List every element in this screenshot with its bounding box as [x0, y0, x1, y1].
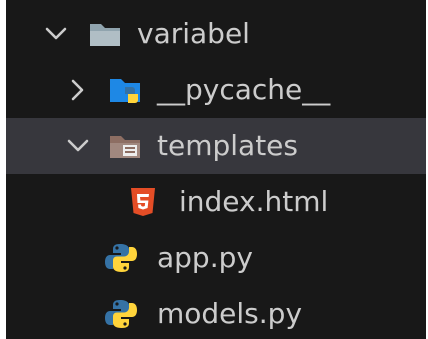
- tree-item-models-py[interactable]: models.py: [6, 286, 426, 339]
- tree-item-label: models.py: [157, 297, 303, 330]
- tree-item-label: templates: [157, 129, 298, 162]
- tree-item-label: __pycache__: [157, 73, 331, 106]
- python-icon: [105, 300, 137, 328]
- tree-item-templates[interactable]: templates: [6, 118, 426, 174]
- tree-item-label: index.html: [179, 185, 329, 218]
- tree-item-app-py[interactable]: app.py: [6, 230, 426, 286]
- chevron-down-icon[interactable]: [42, 20, 70, 48]
- chevron-down-icon[interactable]: [64, 132, 92, 160]
- html5-icon: [131, 188, 155, 216]
- tree-item-label: app.py: [157, 241, 253, 274]
- python-icon: [105, 244, 137, 272]
- tree-item-variabel[interactable]: variabel: [6, 6, 426, 62]
- file-explorer-tree: variabel __pycache__ templates index.htm…: [6, 0, 426, 339]
- chevron-right-icon[interactable]: [64, 76, 92, 104]
- tree-item-label: variabel: [137, 17, 250, 50]
- templates-folder-icon: [110, 136, 140, 158]
- folder-open-icon: [90, 24, 120, 46]
- tree-item-index-html[interactable]: index.html: [6, 174, 426, 230]
- python-folder-icon: [110, 79, 140, 103]
- tree-item-pycache[interactable]: __pycache__: [6, 62, 426, 118]
